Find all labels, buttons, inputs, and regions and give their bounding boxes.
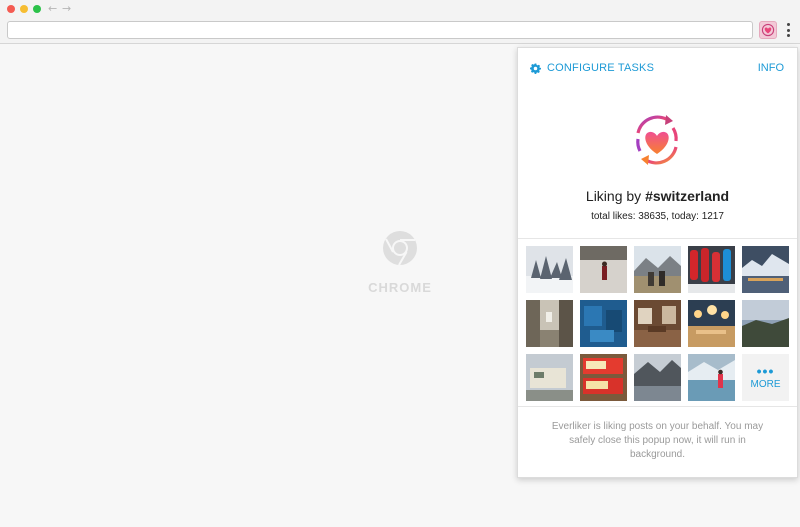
post-thumbnail-misty-sunrise[interactable]	[742, 300, 789, 347]
background-info-text: Everliker is liking posts on your behalf…	[551, 421, 764, 460]
info-button[interactable]: INFO	[758, 60, 784, 76]
address-bar[interactable]	[7, 21, 753, 39]
status-prefix: Liking by	[585, 188, 646, 204]
minimize-window-button[interactable]	[20, 5, 28, 13]
divider	[518, 406, 797, 407]
post-thumbnail-chandelier-hall[interactable]	[688, 300, 735, 347]
post-thumbnail-alpine-lake-town[interactable]	[742, 246, 789, 293]
post-thumbnail-old-town-street[interactable]	[526, 300, 573, 347]
post-thumbnail-person-on-pier[interactable]	[580, 246, 627, 293]
like-stats: total likes: 38635, today: 1217	[591, 211, 724, 222]
post-thumbnail-mountain-valley-people[interactable]	[634, 246, 681, 293]
post-thumbnail-person-by-lake[interactable]	[688, 354, 735, 401]
popup-header: CONFIGURE TASKS INFO	[518, 48, 797, 88]
configure-tasks-button[interactable]: CONFIGURE TASKS	[530, 60, 654, 76]
post-thumbnail-wooden-interior[interactable]	[634, 300, 681, 347]
post-thumbnail-building-sign[interactable]	[526, 354, 573, 401]
everliker-heart-icon	[761, 23, 775, 37]
post-thumbnail-chocolate-packs[interactable]	[580, 354, 627, 401]
divider	[518, 238, 797, 239]
browser-toolbar	[0, 18, 800, 44]
more-posts-button[interactable]: ••• MORE	[742, 354, 789, 401]
configure-tasks-label: CONFIGURE TASKS	[547, 62, 655, 74]
status-title: Liking by #switzerland	[518, 188, 797, 204]
back-arrow-icon[interactable]: ←	[48, 2, 57, 16]
forward-arrow-icon[interactable]: →	[62, 2, 71, 16]
post-thumbnail-lake-mountains[interactable]	[634, 354, 681, 401]
everliker-extension-button[interactable]	[759, 21, 777, 39]
kebab-menu-icon[interactable]	[785, 23, 791, 37]
more-dots-icon: •••	[756, 362, 775, 379]
post-thumbnail-snowy-forest[interactable]	[526, 246, 573, 293]
liked-posts-grid: ••• MORE	[526, 246, 791, 401]
everliker-popup: CONFIGURE TASKS INFO Liking by #switzerl…	[517, 47, 798, 478]
browser-titlebar: ← →	[0, 0, 800, 18]
hashtag: #switzerland	[645, 188, 730, 204]
chrome-placeholder-label: CHROME	[368, 280, 432, 295]
everliker-logo-icon	[636, 115, 678, 165]
post-thumbnail-blue-abstract[interactable]	[580, 300, 627, 347]
post-thumbnail-red-swiss-knives[interactable]	[688, 246, 735, 293]
gear-icon	[530, 63, 541, 74]
chrome-logo-icon	[383, 231, 417, 266]
more-label: MORE	[750, 378, 781, 390]
close-window-button[interactable]	[7, 5, 15, 13]
maximize-window-button[interactable]	[33, 5, 41, 13]
